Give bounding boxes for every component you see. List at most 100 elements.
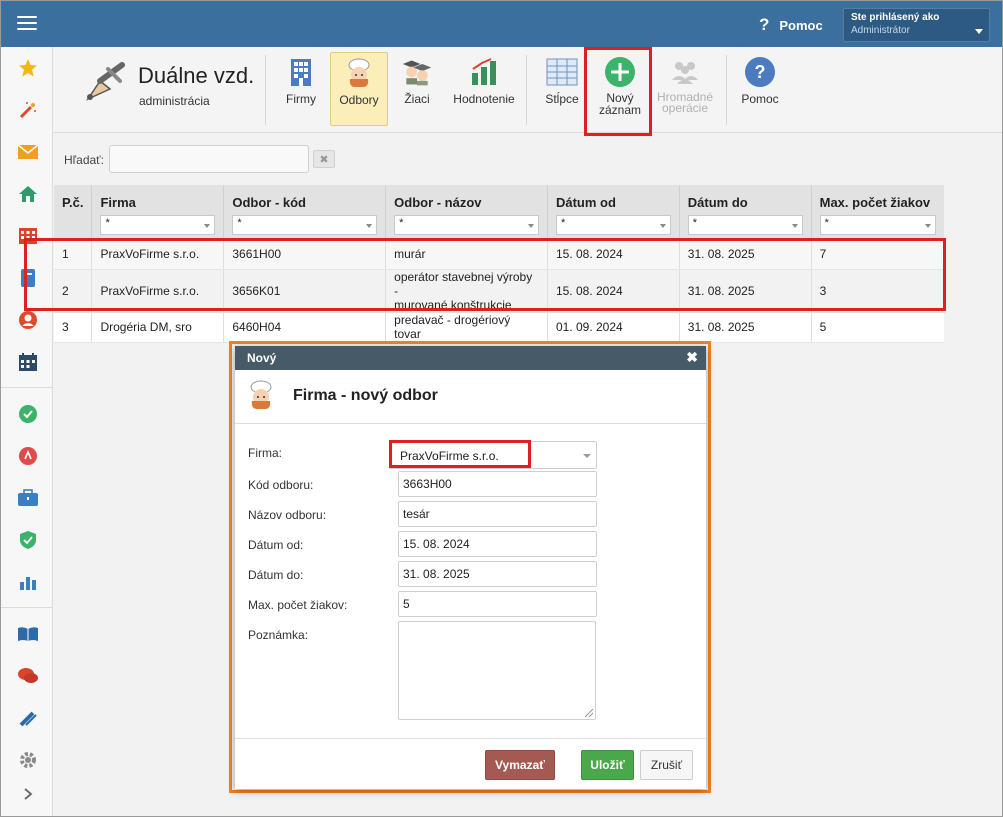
filter-dropdown[interactable]: * [394,215,539,235]
app-window: ? Pomoc Ste prihlásený ako Administrátor [0,0,1003,817]
filter-value: * [560,217,566,229]
chevron-down-icon [583,454,591,458]
sidebar [1,47,53,816]
column-header[interactable]: P.č. [54,185,93,213]
briefcase-icon[interactable] [17,487,39,509]
max-field[interactable] [398,591,597,617]
poznamka-label: Poznámka: [248,628,309,642]
datum-od-label: Dátum od: [248,538,304,552]
dialog-title: Firma - nový odbor [293,387,438,404]
user-icon[interactable] [17,309,39,331]
table-cell: 3 [54,312,93,343]
datum-do-field[interactable] [398,561,597,587]
table-cell: 31. 08. 2025 [679,312,812,343]
poznamka-textarea[interactable] [398,621,596,720]
column-header[interactable]: Odbor - kód [223,185,387,213]
question-circle-icon: ? [744,56,776,88]
open-book-icon[interactable] [17,623,39,645]
column-header[interactable]: Firma [91,185,225,213]
schedule-icon[interactable] [17,351,39,373]
filter-cell [54,213,93,239]
columns-button[interactable]: Stĺpce [538,52,586,126]
check-circle-icon[interactable] [17,403,39,425]
tab-hodnotenie-label: Hodnotenie [453,92,515,106]
delete-button[interactable]: Vymazať [485,750,555,780]
tab-ziaci-label: Žiaci [404,92,430,106]
chevron-down-icon [527,224,534,228]
user-role: Administrátor [851,25,910,36]
mail-icon[interactable] [17,141,39,163]
filter-cell: * [679,213,812,239]
datum-od-field[interactable] [398,531,597,557]
shield-icon[interactable] [17,529,39,551]
table-cell: predavač - drogériový tovar [385,312,548,343]
filter-cell: * [223,213,387,239]
chevron-right-icon[interactable] [17,783,39,805]
filter-value: * [105,217,110,229]
top-help-link[interactable]: ? Pomoc [759,15,823,35]
bar-chart-icon[interactable] [17,571,39,593]
bulk-operations-label-line2: operácie [661,101,709,115]
app-logo-icon [80,59,128,107]
help-button[interactable]: ? Pomoc [736,52,784,126]
tab-odbory-label: Odbory [339,93,379,107]
star-icon[interactable] [17,57,39,79]
filter-cell: * [91,213,225,239]
clear-search-icon[interactable]: ✖ [313,150,335,168]
app-title: Duálne vzd. [138,63,255,88]
user-dropdown[interactable]: Ste prihlásený ako Administrátor [843,8,990,42]
filter-value: * [824,217,829,229]
filter-cell: * [547,213,680,239]
close-icon[interactable]: ✖ [686,349,698,366]
column-header[interactable]: Dátum od [547,185,680,213]
save-button[interactable]: Uložiť [581,750,634,780]
chef-avatar-icon [245,379,277,411]
resize-grip-icon[interactable] [585,709,593,717]
toolbar-divider [726,55,727,125]
kod-field[interactable] [398,471,597,497]
filter-dropdown[interactable]: * [100,215,216,235]
nazov-field[interactable] [398,501,597,527]
top-bar: ? Pomoc Ste prihlásený ako Administrátor [1,1,1002,47]
cancel-button[interactable]: Zrušiť [640,750,693,780]
svg-text:?: ? [755,62,766,82]
people-group-icon [669,56,701,88]
filter-dropdown[interactable]: * [687,215,803,235]
tab-firmy-label: Firmy [286,92,316,106]
datum-do-label: Dátum do: [248,568,304,582]
new-record-highlight [584,47,652,136]
column-header[interactable]: Max. počet žiakov [811,185,944,213]
table-cell: 01. 09. 2024 [547,312,680,343]
chevron-down-icon [975,29,983,34]
search-input[interactable] [109,145,309,173]
max-label: Max. počet žiakov: [248,598,348,612]
help-button-label: Pomoc [741,92,779,106]
tab-odbory[interactable]: Odbory [330,52,388,126]
magic-wand-icon[interactable] [17,99,39,121]
filter-dropdown[interactable]: * [555,215,671,235]
filter-dropdown[interactable]: * [232,215,378,235]
chevron-down-icon [366,224,373,228]
home-icon[interactable] [17,183,39,205]
top-help-label: Pomoc [779,17,823,33]
tab-hodnotenie[interactable]: Hodnotenie [448,52,520,126]
pen-icon[interactable] [17,707,39,729]
gear-icon[interactable] [17,749,39,771]
building-icon [285,56,317,88]
table-row[interactable]: 3 Drogéria DM, sro 6460H04 predavač - dr… [54,312,944,343]
tab-firmy[interactable]: Firmy [278,52,324,126]
column-header[interactable]: Dátum do [679,185,812,213]
tab-ziaci[interactable]: Žiaci [393,52,441,126]
sidebar-divider [1,387,52,388]
alert-circle-icon[interactable] [17,445,39,467]
filter-cell: * [811,213,944,239]
filter-value: * [399,217,404,229]
toolbar-divider [265,55,266,125]
rating-chart-icon [468,56,500,88]
column-header[interactable]: Odbor - názov [385,185,548,213]
chat-icon[interactable] [17,665,39,687]
menu-icon[interactable] [17,16,37,32]
filter-dropdown[interactable]: * [819,215,936,235]
filter-cell: * [385,213,548,239]
new-odbor-dialog: Nový ✖ Firma - nový odbor Firma: PraxVoF… [235,346,706,789]
